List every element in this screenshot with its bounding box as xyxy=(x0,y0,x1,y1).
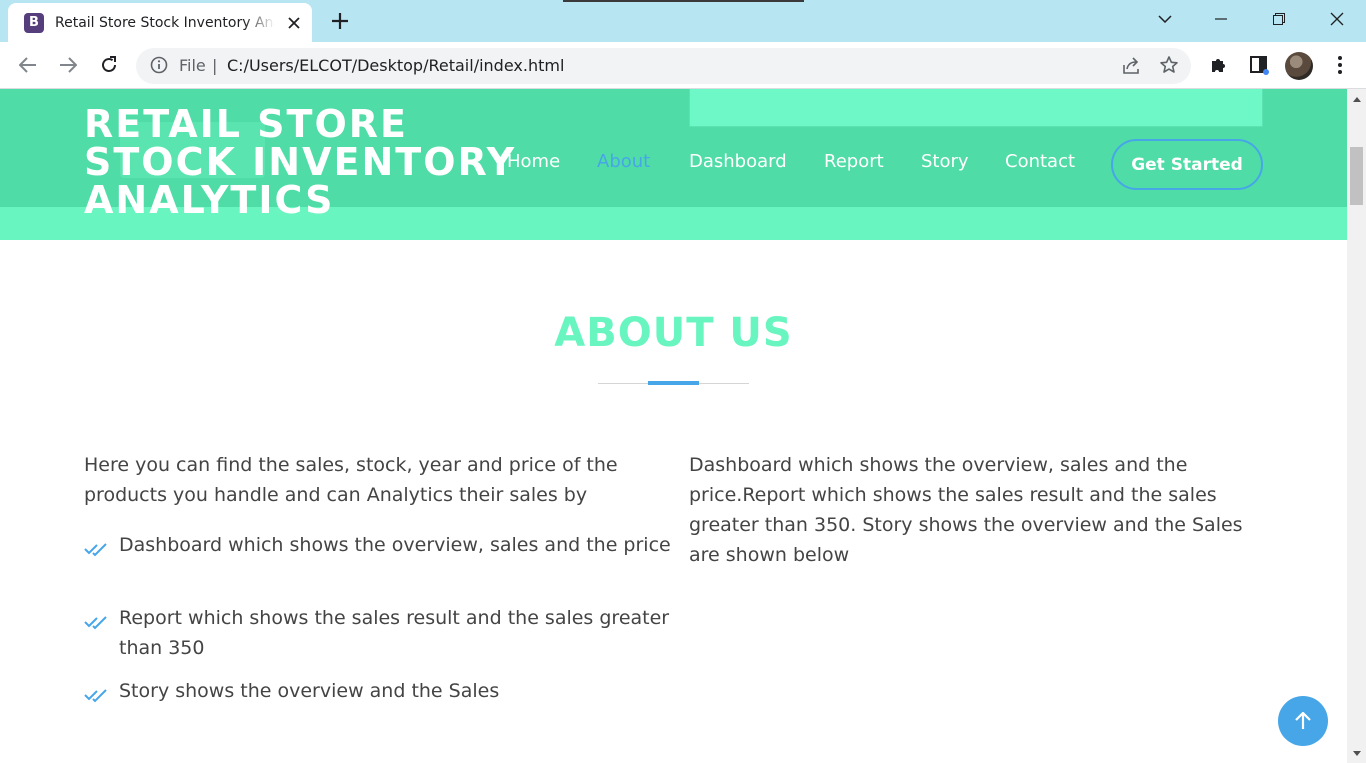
puzzle-icon[interactable] xyxy=(1204,50,1234,80)
nav-home[interactable]: Home xyxy=(507,151,560,175)
double-check-icon xyxy=(84,676,119,712)
profile-avatar[interactable] xyxy=(1285,52,1313,80)
browser-tab[interactable]: B Retail Store Stock Inventory Analytics xyxy=(8,3,312,42)
hero-box xyxy=(689,89,1263,127)
tab-search-chevron-icon[interactable] xyxy=(1136,0,1194,38)
about-title: ABOUT US xyxy=(554,310,793,356)
nav-dashboard[interactable]: Dashboard xyxy=(689,151,787,175)
address-url[interactable]: C:/Users/ELCOT/Desktop/Retail/index.html xyxy=(227,56,564,75)
nav-about[interactable]: About xyxy=(597,151,650,175)
arrow-right-icon[interactable] xyxy=(53,50,83,80)
title-divider-accent xyxy=(648,381,699,385)
tab-strip-indicator xyxy=(563,0,804,2)
share-icon[interactable] xyxy=(1121,56,1141,80)
arrow-left-icon[interactable] xyxy=(13,50,43,80)
logo-line: RETAIL STORE xyxy=(84,102,408,146)
tab-title: Retail Store Stock Inventory Analytics xyxy=(55,14,275,31)
double-check-icon xyxy=(84,603,119,663)
list-item-text: Report which shows the sales result and … xyxy=(119,607,670,659)
info-icon[interactable] xyxy=(150,56,168,78)
scroll-up-arrow-icon[interactable] xyxy=(1347,91,1366,107)
new-tab-icon[interactable] xyxy=(328,9,352,33)
scroll-down-arrow-icon[interactable] xyxy=(1347,745,1366,761)
address-bar[interactable]: File | C:/Users/ELCOT/Desktop/Retail/ind… xyxy=(136,48,1191,84)
address-scheme: File xyxy=(179,56,206,75)
logo-line: ANALYTICS xyxy=(84,178,335,222)
tab-close-icon[interactable] xyxy=(285,14,303,32)
list-item: Story shows the overview and the Sales xyxy=(84,676,674,712)
address-separator: | xyxy=(212,56,218,75)
page-viewport: RETAIL STORE STOCK INVENTORY ANALYTICS H… xyxy=(0,89,1366,763)
restore-icon[interactable] xyxy=(1250,0,1308,38)
arrow-up-icon xyxy=(1295,712,1311,729)
kebab-menu-icon[interactable] xyxy=(1325,50,1355,80)
minimize-icon[interactable] xyxy=(1192,0,1250,38)
about-right-text: Dashboard which shows the overview, sale… xyxy=(689,454,1243,566)
list-item-text: Story shows the overview and the Sales xyxy=(119,680,500,702)
list-item-text: Dashboard which shows the overview, sale… xyxy=(119,534,671,556)
tab-strip: B Retail Store Stock Inventory Analytics xyxy=(0,0,1366,42)
browser-toolbar: File | C:/Users/ELCOT/Desktop/Retail/ind… xyxy=(0,42,1366,89)
logo-line: STOCK INVENTORY xyxy=(84,140,517,184)
back-to-top-button[interactable] xyxy=(1278,696,1328,746)
nav-report[interactable]: Report xyxy=(824,151,884,175)
scrollbar-thumb[interactable] xyxy=(1350,147,1363,205)
site-logo[interactable]: RETAIL STORE STOCK INVENTORY ANALYTICS xyxy=(84,102,517,222)
list-item: Report which shows the sales result and … xyxy=(84,603,674,663)
list-item: Dashboard which shows the overview, sale… xyxy=(84,530,674,566)
bootstrap-favicon-icon: B xyxy=(24,12,44,33)
page-scrollbar[interactable] xyxy=(1347,89,1366,763)
reload-icon[interactable] xyxy=(94,50,124,80)
double-check-icon xyxy=(84,530,119,566)
star-icon[interactable] xyxy=(1159,55,1179,79)
get-started-button[interactable]: Get Started xyxy=(1111,139,1263,190)
close-window-icon[interactable] xyxy=(1308,0,1366,38)
nav-story[interactable]: Story xyxy=(921,151,969,175)
nav-contact[interactable]: Contact xyxy=(1005,151,1075,175)
side-panel-icon[interactable] xyxy=(1244,50,1274,80)
about-intro: Here you can find the sales, stock, year… xyxy=(84,454,618,506)
